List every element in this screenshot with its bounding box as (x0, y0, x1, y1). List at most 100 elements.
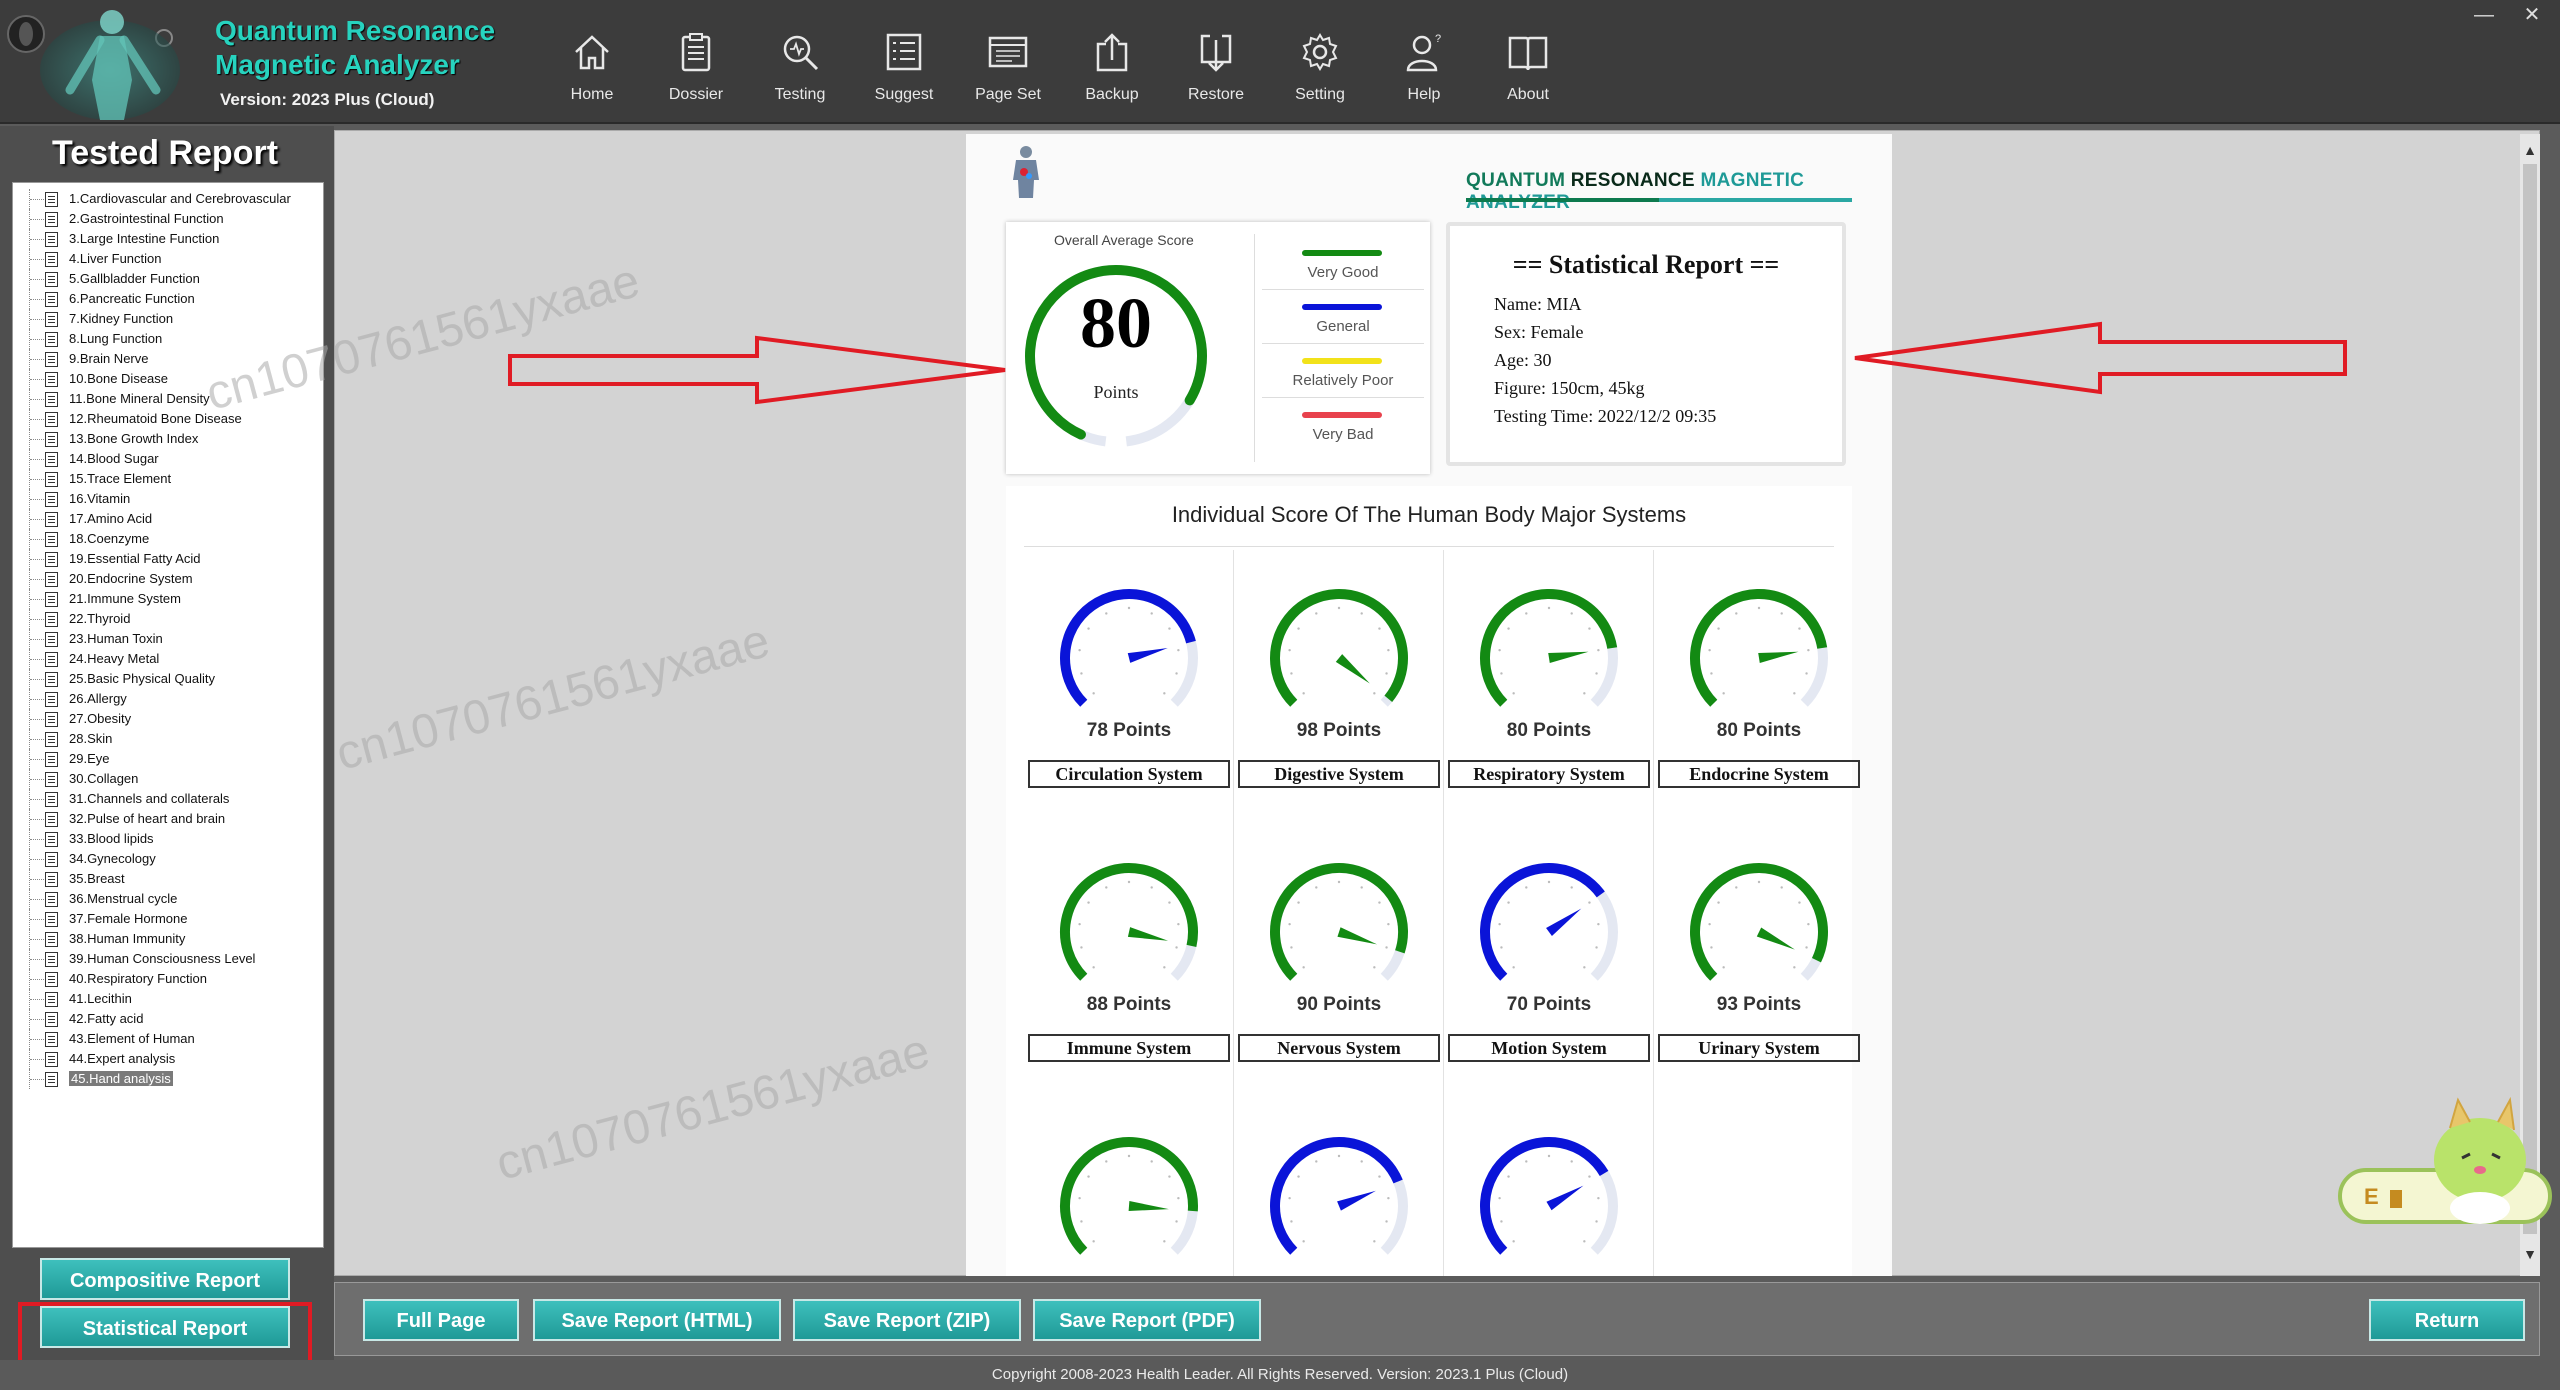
report-tree[interactable]: 1.Cardiovascular and Cerebrovascular 2.Ga… (12, 182, 324, 1248)
gauge-fill (1690, 589, 1828, 707)
tree-branch-line (29, 889, 44, 909)
save-report-zip-button[interactable]: Save Report (ZIP) (793, 1299, 1021, 1341)
tree-item[interactable]: 30.Collagen (17, 769, 323, 789)
compositive-report-button[interactable]: Compositive Report (40, 1258, 290, 1300)
toolbar-help[interactable]: ? Help (1372, 30, 1476, 120)
return-button[interactable]: Return (2369, 1299, 2525, 1341)
tree-item[interactable]: 20.Endocrine System (17, 569, 323, 589)
tree-item[interactable]: 8.Lung Function (17, 329, 323, 349)
document-icon (45, 972, 58, 987)
toolbar-setting[interactable]: Setting (1268, 30, 1372, 120)
tree-item[interactable]: 24.Heavy Metal (17, 649, 323, 669)
toolbar-testing[interactable]: Testing (748, 30, 852, 120)
tree-item-label: 11.Bone Mineral Density (69, 391, 210, 406)
tree-item[interactable]: 16.Vitamin (17, 489, 323, 509)
toolbar-page-set[interactable]: Page Set (956, 30, 1060, 120)
scroll-up-icon[interactable]: ▲ (2520, 138, 2540, 162)
scroll-thumb[interactable] (2523, 164, 2537, 1234)
tree-item[interactable]: 36.Menstrual cycle (17, 889, 323, 909)
tree-item[interactable]: 18.Coenzyme (17, 529, 323, 549)
gauge-tick (1177, 1196, 1180, 1200)
gauge-tick (1805, 946, 1808, 949)
full-page-button[interactable]: Full Page (363, 1299, 519, 1341)
tree-item-label: 6.Pancreatic Function (69, 291, 195, 306)
tree-item[interactable]: 29.Eye (17, 749, 323, 769)
gauge-tick (1525, 886, 1528, 889)
system-gauge-cell: 98 Points Digestive System (1234, 550, 1444, 824)
document-icon (45, 432, 58, 447)
tree-branch-line (29, 309, 44, 329)
tree-item[interactable]: 32.Pulse of heart and brain (17, 809, 323, 829)
annotation-arrow-left (1854, 321, 2347, 395)
brand-underline (1466, 198, 1852, 202)
tree-item[interactable]: 17.Amino Acid (17, 509, 323, 529)
tree-item[interactable]: 37.Female Hormone (17, 909, 323, 929)
tree-item-label: 40.Respiratory Function (69, 971, 208, 986)
toolbar-backup[interactable]: Backup (1060, 30, 1164, 120)
mascot-icon[interactable]: E (2330, 1090, 2560, 1240)
document-icon (45, 312, 58, 327)
gauge-tick (1288, 648, 1291, 652)
tree-item[interactable]: 35.Breast (17, 869, 323, 889)
tree-item[interactable]: 13.Bone Growth Index (17, 429, 323, 449)
tree-branch-line (29, 229, 44, 249)
gauge-tick (1583, 692, 1586, 695)
gauge-tick (1150, 1160, 1153, 1163)
tree-item[interactable]: 2.Gastrointestinal Function (17, 209, 323, 229)
tree-item[interactable]: 31.Channels and collaterals (17, 789, 323, 809)
toolbar-suggest[interactable]: Suggest (852, 30, 956, 120)
tree-item[interactable]: 1.Cardiovascular and Cerebrovascular (17, 189, 323, 209)
system-gauge (1060, 589, 1198, 707)
legend-swatch (1302, 304, 1382, 310)
tree-item[interactable]: 7.Kidney Function (17, 309, 323, 329)
tree-item[interactable]: 33.Blood lipids (17, 829, 323, 849)
tree-item[interactable]: 34.Gynecology (17, 849, 323, 869)
tree-item[interactable]: 43.Element of Human (17, 1029, 323, 1049)
tree-item-label: 18.Coenzyme (69, 531, 150, 546)
toolbar-about[interactable]: About (1476, 30, 1580, 120)
tree-item[interactable]: 12.Rheumatoid Bone Disease (17, 409, 323, 429)
tree-item[interactable]: 14.Blood Sugar (17, 449, 323, 469)
tree-item[interactable]: 19.Essential Fatty Acid (17, 549, 323, 569)
gauge-tick (1588, 1175, 1591, 1178)
tree-item[interactable]: 27.Obesity (17, 709, 323, 729)
scroll-down-icon[interactable]: ▼ (2520, 1242, 2540, 1266)
tree-item[interactable]: 42.Fatty acid (17, 1009, 323, 1029)
tree-item[interactable]: 4.Liver Function (17, 249, 323, 269)
tree-item[interactable]: 45.Hand analysis (17, 1069, 323, 1089)
save-report-html-button[interactable]: Save Report (HTML) (533, 1299, 781, 1341)
tree-item[interactable]: 6.Pancreatic Function (17, 289, 323, 309)
toolbar-restore[interactable]: Restore (1164, 30, 1268, 120)
close-button[interactable]: ✕ (2514, 0, 2550, 30)
tree-item[interactable]: 40.Respiratory Function (17, 969, 323, 989)
document-icon (45, 352, 58, 367)
legend-label: Very Good (1307, 264, 1379, 281)
toolbar-dossier[interactable]: Dossier (644, 30, 748, 120)
system-gauge-cell: 90 Points Nervous System (1234, 824, 1444, 1098)
tree-item[interactable]: 25.Basic Physical Quality (17, 669, 323, 689)
tree-item[interactable]: 28.Skin (17, 729, 323, 749)
toolbar-home-label: Home (570, 86, 614, 103)
tree-item[interactable]: 21.Immune System (17, 589, 323, 609)
tree-item[interactable]: 39.Human Consciousness Level (17, 949, 323, 969)
svg-text:?: ? (1435, 33, 1441, 45)
tree-item-label: 36.Menstrual cycle (69, 891, 178, 906)
tree-item[interactable]: 3.Large Intestine Function (17, 229, 323, 249)
save-report-pdf-button[interactable]: Save Report (PDF) (1033, 1299, 1261, 1341)
tree-item[interactable]: 22.Thyroid (17, 609, 323, 629)
gauge-tick (1087, 901, 1090, 904)
minimize-button[interactable]: — (2466, 0, 2502, 30)
toolbar-home[interactable]: Home (540, 30, 644, 120)
gauge-fill (1270, 1137, 1403, 1255)
tree-item[interactable]: 38.Human Immunity (17, 929, 323, 949)
sidebar: Tested Report 1.Cardiovascular and Cereb… (0, 126, 334, 1376)
document-icon (45, 952, 58, 967)
gauge-tick (1080, 672, 1083, 675)
tree-item[interactable]: 41.Lecithin (17, 989, 323, 1009)
gauge-tick (1500, 672, 1503, 675)
tree-item[interactable]: 15.Trace Element (17, 469, 323, 489)
tree-item[interactable]: 23.Human Toxin (17, 629, 323, 649)
tree-item[interactable]: 44.Expert analysis (17, 1049, 323, 1069)
tree-item[interactable]: 5.Gallbladder Function (17, 269, 323, 289)
tree-item[interactable]: 26.Allergy (17, 689, 323, 709)
